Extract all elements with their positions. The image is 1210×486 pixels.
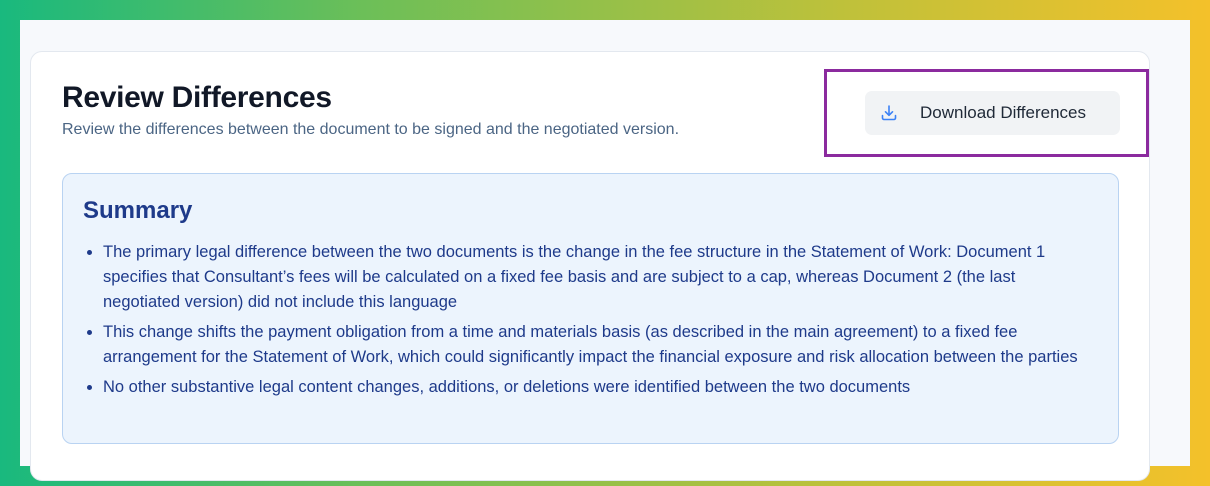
download-button-label: Download Differences: [920, 103, 1086, 122]
summary-item: No other substantive legal content chang…: [83, 375, 1093, 400]
app-frame: Review Differences Review the difference…: [20, 20, 1190, 481]
summary-item: This change shifts the payment obligatio…: [83, 320, 1093, 370]
summary-panel: Summary The primary legal difference bet…: [62, 173, 1119, 444]
summary-list: The primary legal difference between the…: [83, 240, 1093, 405]
review-card: Review Differences Review the difference…: [30, 51, 1150, 481]
download-icon: [879, 103, 899, 123]
summary-item: The primary legal difference between the…: [83, 240, 1093, 315]
summary-title: Summary: [83, 197, 193, 224]
page-subtitle: Review the differences between the docum…: [62, 121, 680, 138]
download-differences-button[interactable]: Download Differences: [865, 91, 1120, 135]
page-title: Review Differences: [62, 81, 332, 114]
